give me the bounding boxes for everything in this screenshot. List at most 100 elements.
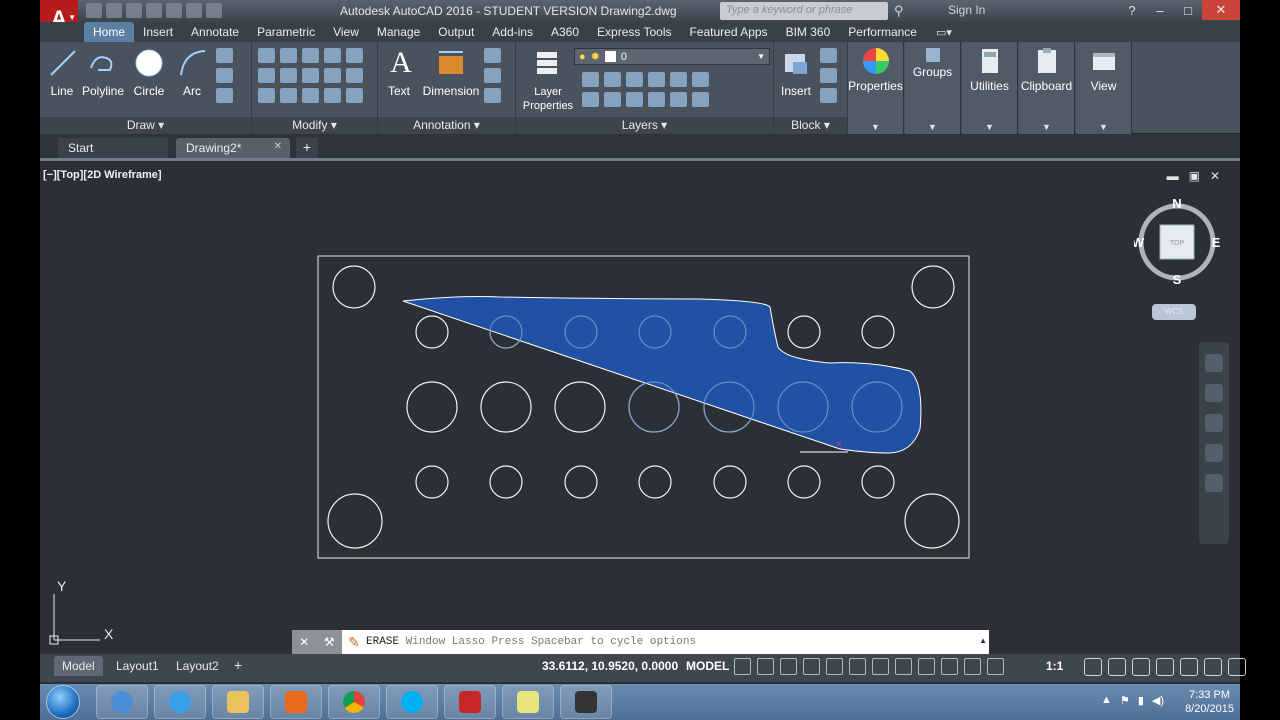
transparency-icon[interactable]: [918, 658, 935, 675]
selection-cycling-icon[interactable]: [941, 658, 958, 675]
hardware-acceleration-icon[interactable]: [1180, 658, 1198, 676]
lineweight-icon[interactable]: [895, 658, 912, 675]
layer-tool-icon[interactable]: [692, 72, 709, 87]
text-button[interactable]: A Text: [384, 46, 414, 98]
tab-output[interactable]: Output: [429, 22, 483, 42]
clean-screen-icon[interactable]: [1204, 658, 1222, 676]
binoculars-icon[interactable]: ⚲: [894, 3, 904, 19]
isolate-objects-icon[interactable]: [1156, 658, 1174, 676]
layer-tool-icon[interactable]: [626, 92, 643, 107]
close-icon[interactable]: ✕: [274, 141, 282, 152]
viewcube[interactable]: TOP N S E W: [1134, 199, 1220, 285]
undo-icon[interactable]: [186, 3, 202, 18]
tab-start[interactable]: Start: [58, 138, 168, 158]
mirror-icon[interactable]: [258, 68, 275, 83]
taskbar-explorer-button[interactable]: [212, 685, 264, 719]
network-icon[interactable]: ▮: [1138, 694, 1144, 707]
tab-add-ins[interactable]: Add-ins: [483, 22, 542, 42]
minimize-button[interactable]: –: [1146, 0, 1174, 20]
chevron-up-icon[interactable]: ▲: [979, 636, 987, 645]
layer-tool-icon[interactable]: [670, 72, 687, 87]
layer-tool-icon[interactable]: [648, 92, 665, 107]
erase-icon[interactable]: [324, 48, 341, 63]
polar-icon[interactable]: [803, 658, 820, 675]
layers-panel-title[interactable]: Layers ▾: [516, 117, 773, 134]
close-icon[interactable]: ✕: [299, 635, 309, 649]
utilities-button[interactable]: Utilities ▼: [962, 42, 1018, 134]
tab-model[interactable]: Model: [54, 656, 103, 676]
snap-icon[interactable]: [757, 658, 774, 675]
circle-button[interactable]: Circle: [132, 46, 166, 98]
restore-icon[interactable]: ▣: [1189, 169, 1200, 183]
object-snap-tracking-icon[interactable]: [849, 658, 866, 675]
leader-icon[interactable]: [484, 68, 501, 83]
layer-tool-icon[interactable]: [582, 72, 599, 87]
save-icon[interactable]: [126, 3, 142, 18]
auto-scale-icon[interactable]: [987, 658, 1004, 675]
break-icon[interactable]: [346, 88, 363, 103]
new-file-icon[interactable]: [86, 3, 102, 18]
taskbar-media-button[interactable]: [270, 685, 322, 719]
draw-panel-title[interactable]: Draw ▾: [40, 117, 251, 134]
sign-in-link[interactable]: Sign In: [948, 3, 985, 17]
tab-layout1[interactable]: Layout1: [108, 656, 167, 676]
taskbar-notes-button[interactable]: [502, 685, 554, 719]
plus-icon[interactable]: [1108, 658, 1126, 676]
tab-home[interactable]: Home: [84, 22, 135, 42]
maximize-button[interactable]: □: [1174, 0, 1202, 20]
linear-dim-icon[interactable]: [484, 48, 501, 63]
isodraft-icon[interactable]: [826, 658, 843, 675]
object-snap-icon[interactable]: [872, 658, 889, 675]
gear-icon[interactable]: [1084, 658, 1102, 676]
tab-express-tools[interactable]: Express Tools: [588, 22, 680, 42]
tab-annotate[interactable]: Annotate: [182, 22, 248, 42]
array-icon[interactable]: [258, 88, 275, 103]
minimize-icon[interactable]: ▬: [1167, 169, 1179, 183]
layer-tool-icon[interactable]: [670, 92, 687, 107]
layer-properties-button[interactable]: Layer Properties: [520, 46, 576, 112]
layer-tool-icon[interactable]: [604, 92, 621, 107]
layer-tool-icon[interactable]: [582, 92, 599, 107]
orbit-icon[interactable]: [1205, 444, 1223, 462]
volume-icon[interactable]: ◀): [1152, 694, 1164, 707]
move-icon[interactable]: [258, 48, 275, 63]
wcs-menu-button[interactable]: WCS: [1152, 304, 1196, 320]
dimension-button[interactable]: Dimension: [422, 46, 480, 98]
ortho-icon[interactable]: [780, 658, 797, 675]
layer-dropdown[interactable]: ● ✹ 0 ▼: [574, 48, 770, 65]
taskbar-skype-button[interactable]: [386, 685, 438, 719]
clipboard-button[interactable]: Clipboard ▼: [1019, 42, 1075, 134]
block-panel-title[interactable]: Block ▾: [774, 117, 847, 134]
customization-menu-icon[interactable]: [1228, 658, 1246, 676]
annotation-panel-title[interactable]: Annotation ▾: [378, 117, 515, 134]
edit-block-icon[interactable]: [820, 68, 837, 83]
stretch-icon[interactable]: [324, 68, 341, 83]
annotation-visibility-icon[interactable]: [964, 658, 981, 675]
modify-panel-title[interactable]: Modify ▾: [252, 117, 377, 134]
tab-manage[interactable]: Manage: [368, 22, 429, 42]
taskbar-ie-button[interactable]: [154, 685, 206, 719]
help-icon[interactable]: ?: [1118, 0, 1146, 20]
drawing-viewport[interactable]: × Y X [−][Top][2D Wireframe] ▬ ▣ ✕ TOP N…: [40, 161, 1232, 658]
explode-icon[interactable]: [302, 68, 319, 83]
line-button[interactable]: Line: [46, 46, 78, 98]
copy-icon[interactable]: [346, 48, 363, 63]
insert-button[interactable]: Insert: [776, 46, 816, 98]
coordinate-readout[interactable]: 33.6112, 10.9520, 0.0000: [542, 659, 678, 673]
close-icon[interactable]: ✕: [1210, 169, 1220, 183]
layer-tool-icon[interactable]: [626, 72, 643, 87]
offset-icon[interactable]: [280, 88, 297, 103]
tab-drawing2[interactable]: Drawing2* ✕: [176, 138, 290, 158]
command-line[interactable]: ✕ ⚒ ✎ ERASE Window Lasso Press Spacebar …: [292, 630, 989, 654]
gradient-icon[interactable]: [216, 88, 233, 103]
wrench-icon[interactable]: ⚒: [324, 635, 335, 649]
taskbar-app-button[interactable]: [96, 685, 148, 719]
create-block-icon[interactable]: [820, 48, 837, 63]
polyline-button[interactable]: Polyline: [80, 46, 126, 98]
layer-tool-icon[interactable]: [648, 72, 665, 87]
search-input[interactable]: Type a keyword or phrase: [720, 2, 888, 20]
join-icon[interactable]: [324, 88, 341, 103]
tab-featured-apps[interactable]: Featured Apps: [681, 22, 777, 42]
taskbar-chrome-button[interactable]: [328, 685, 380, 719]
taskbar-autocad-button[interactable]: [444, 685, 496, 719]
